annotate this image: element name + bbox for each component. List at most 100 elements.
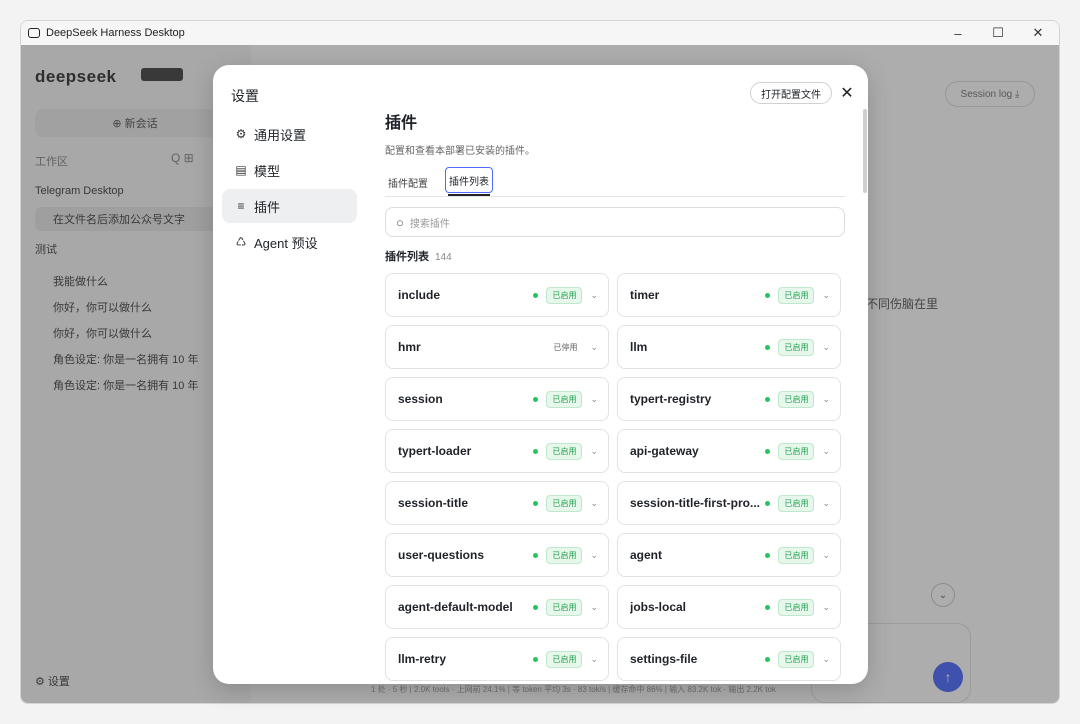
status-dot (765, 552, 771, 558)
plugin-name: timer (630, 288, 660, 302)
plugin-name: include (398, 288, 441, 302)
plugin-card[interactable]: user-questions 已启用 ⌄ (385, 533, 609, 577)
status-dot (765, 604, 771, 610)
status-dot (765, 448, 771, 454)
chevron-down-icon[interactable]: ⌄ (590, 654, 598, 665)
plugin-name: agent-default-model (398, 600, 513, 614)
plugin-card[interactable]: agent-default-model 已启用 ⌄ (385, 585, 609, 629)
status-badge: 已启用 (778, 494, 815, 512)
database-icon: ▤ (235, 163, 247, 177)
status-badge: 已停用 (553, 342, 578, 352)
plugin-card[interactable]: timer 已启用 ⌄ (617, 273, 841, 317)
chevron-down-icon[interactable]: ⌄ (822, 290, 830, 301)
plugin-name: session (398, 392, 443, 406)
plugin-name: llm (630, 340, 648, 354)
plugin-name: hmr (398, 340, 421, 354)
plugin-name: jobs-local (630, 600, 687, 614)
plugin-name: api-gateway (630, 444, 699, 458)
nav-label: 插件 (254, 199, 281, 215)
chevron-down-icon[interactable]: ⌄ (590, 394, 598, 405)
chevron-down-icon[interactable]: ⌄ (822, 342, 830, 353)
close-dialog-icon[interactable]: ✕ (837, 82, 857, 104)
status-dot (765, 396, 771, 402)
plugin-card[interactable]: agent 已启用 ⌄ (617, 533, 841, 577)
page-description: 配置和查看本部署已安装的插件。 (385, 146, 535, 157)
plugin-card[interactable]: session-title-first-pro... 已启用 ⌄ (617, 481, 841, 525)
status-dot (765, 656, 771, 662)
search-placeholder: 搜索插件 (409, 218, 450, 230)
chevron-down-icon[interactable]: ⌄ (822, 654, 830, 665)
plugin-card[interactable]: typert-registry 已启用 ⌄ (617, 377, 841, 421)
chevron-down-icon[interactable]: ⌄ (590, 342, 598, 353)
status-dot (765, 500, 771, 506)
status-badge: 已启用 (546, 598, 583, 616)
maximize-button[interactable]: ☐ (979, 21, 1017, 45)
nav-model[interactable]: ▤ 模型 (222, 153, 357, 187)
plugin-card[interactable]: llm 已启用 ⌄ (617, 325, 841, 369)
nav-plugins[interactable]: ≡ 插件 (222, 189, 357, 223)
plugin-name: agent (630, 548, 663, 562)
tab-plugin-list[interactable]: 插件列表 (445, 167, 493, 196)
chevron-down-icon[interactable]: ⌄ (822, 498, 830, 509)
chevron-down-icon[interactable]: ⌄ (822, 602, 830, 613)
status-badge: 已启用 (778, 650, 815, 668)
tab-plugin-config[interactable]: 插件配置 (385, 171, 431, 194)
nav-agent-presets[interactable]: ♺ Agent 预设 (222, 225, 357, 259)
plugin-name: llm-retry (398, 652, 447, 666)
status-badge: 已启用 (546, 286, 583, 304)
nav-label: 模型 (254, 163, 281, 179)
nav-general[interactable]: ⚙ 通用设置 (222, 117, 357, 151)
status-dot (533, 396, 539, 402)
dialog-title: 设置 (231, 88, 259, 104)
status-badge: 已启用 (778, 442, 815, 460)
minimize-button[interactable]: – (939, 21, 977, 45)
scrollbar[interactable] (863, 109, 867, 193)
plugin-card[interactable]: jobs-local 已启用 ⌄ (617, 585, 841, 629)
status-badge: 已启用 (546, 390, 583, 408)
plugin-name: session-title-first-pro... (630, 496, 761, 510)
status-badge: 已启用 (778, 338, 815, 356)
page-title: 插件 (385, 115, 418, 132)
settings-nav: ⚙ 通用设置 ▤ 模型 ≡ 插件 ♺ Agent 预设 (222, 117, 357, 261)
title-bar: DeepSeek Harness Desktop – ☐ ✕ (21, 21, 1059, 45)
status-badge: 已启用 (546, 442, 583, 460)
plugin-list-header: 插件列表 144 (385, 248, 845, 264)
plugin-name: settings-file (630, 652, 698, 666)
status-badge: 已启用 (546, 546, 583, 564)
open-config-button[interactable]: 打开配置文件 (750, 82, 832, 104)
plugin-name: typert-loader (398, 444, 472, 458)
settings-dialog: 设置 打开配置文件 ✕ ⚙ 通用设置 ▤ 模型 ≡ 插件 ♺ Agent 预设 … (213, 65, 868, 684)
chevron-down-icon[interactable]: ⌄ (822, 550, 830, 561)
plugin-card[interactable]: settings-file 已启用 ⌄ (617, 637, 841, 681)
plugin-card[interactable]: api-gateway 已启用 ⌄ (617, 429, 841, 473)
plugin-list-title: 插件列表 (385, 251, 429, 263)
status-dot (533, 552, 539, 558)
status-badge: 已启用 (778, 390, 815, 408)
plugin-name: typert-registry (630, 392, 712, 406)
status-dot (533, 448, 539, 454)
status-badge: 已启用 (546, 650, 583, 668)
plugin-card[interactable]: typert-loader 已启用 ⌄ (385, 429, 609, 473)
plugins-panel: 插件 配置和查看本部署已安装的插件。 插件配置 插件列表 ○ 搜索插件 插件列表… (385, 109, 845, 681)
chevron-down-icon[interactable]: ⌄ (822, 446, 830, 457)
chevron-down-icon[interactable]: ⌄ (590, 602, 598, 613)
close-window-button[interactable]: ✕ (1019, 21, 1057, 45)
chevron-down-icon[interactable]: ⌄ (590, 498, 598, 509)
plugin-card[interactable]: llm-retry 已启用 ⌄ (385, 637, 609, 681)
plugin-card[interactable]: include 已启用 ⌄ (385, 273, 609, 317)
plugin-name: user-questions (398, 548, 485, 562)
chevron-down-icon[interactable]: ⌄ (590, 550, 598, 561)
sliders-icon: ≡ (237, 199, 245, 213)
status-badge: 已启用 (778, 546, 815, 564)
gear-icon: ⚙ (235, 127, 247, 141)
chevron-down-icon[interactable]: ⌄ (590, 446, 598, 457)
chevron-down-icon[interactable]: ⌄ (590, 290, 598, 301)
app-logo-icon (28, 28, 40, 38)
search-icon: ○ (396, 214, 404, 230)
nav-label: Agent 预设 (254, 235, 318, 251)
plugin-search-input[interactable]: ○ 搜索插件 (385, 207, 845, 237)
plugin-card[interactable]: session 已启用 ⌄ (385, 377, 609, 421)
plugin-card[interactable]: hmr 已停用 ⌄ (385, 325, 609, 369)
chevron-down-icon[interactable]: ⌄ (822, 394, 830, 405)
plugin-card[interactable]: session-title 已启用 ⌄ (385, 481, 609, 525)
